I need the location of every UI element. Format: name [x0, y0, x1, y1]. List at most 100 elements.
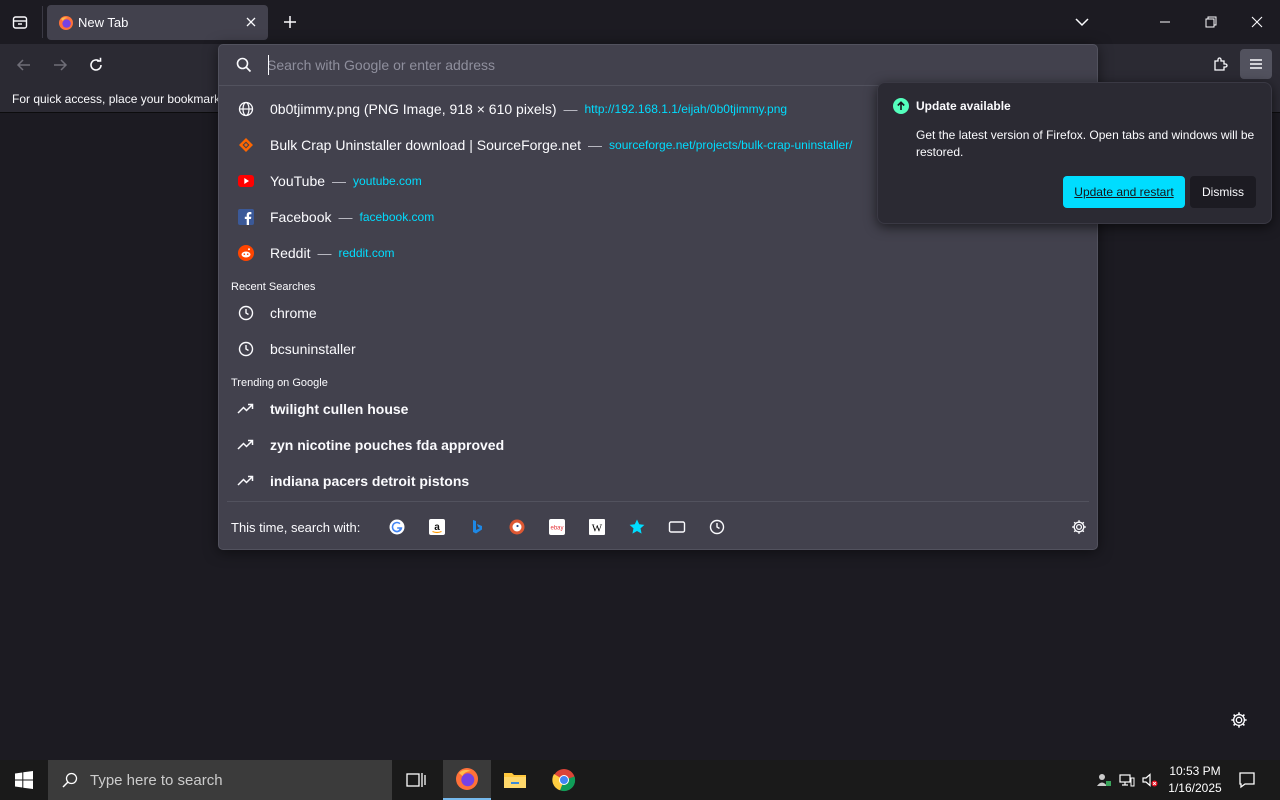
trending-row[interactable]: zyn nicotine pouches fda approved — [223, 427, 1093, 463]
user-network-icon — [1097, 774, 1111, 786]
back-button[interactable] — [10, 51, 38, 79]
recent-search-text: chrome — [270, 305, 317, 321]
urlbar-input-row — [219, 45, 1097, 85]
tray-volume-icon[interactable] — [1140, 760, 1160, 800]
tab-title: New Tab — [78, 15, 129, 30]
trending-row[interactable]: indiana pacers detroit pistons — [223, 463, 1093, 499]
extensions-button[interactable] — [1206, 50, 1234, 78]
new-tab-button[interactable] — [278, 9, 302, 35]
reddit-icon — [237, 244, 255, 262]
wikipedia-engine-button[interactable]: W — [585, 515, 609, 539]
one-off-label: This time, search with: — [231, 520, 361, 535]
history-search-button[interactable] — [705, 515, 729, 539]
result-url: youtube.com — [353, 174, 422, 188]
trending-label: Trending on Google — [231, 377, 328, 389]
reload-button[interactable] — [82, 51, 110, 79]
start-button[interactable] — [0, 760, 48, 800]
hamburger-menu-icon — [1250, 59, 1262, 69]
taskbar-chrome[interactable] — [540, 760, 588, 800]
gear-icon — [1072, 520, 1086, 534]
bookmarks-search-button[interactable] — [625, 515, 649, 539]
urlbar-input[interactable] — [267, 55, 1077, 75]
result-title: Bulk Crap Uninstaller download | SourceF… — [270, 137, 582, 153]
forward-button[interactable] — [46, 51, 74, 79]
one-off-divider — [227, 501, 1089, 502]
trending-row[interactable]: twilight cullen house — [223, 391, 1093, 427]
facebook-icon — [237, 208, 255, 226]
globe-icon — [237, 100, 255, 118]
tabs-search-button[interactable] — [665, 515, 689, 539]
dismiss-button[interactable]: Dismiss — [1190, 176, 1256, 208]
ebay-icon: ebay — [549, 519, 565, 535]
close-icon — [1251, 16, 1263, 28]
bookmarks-empty-message: For quick access, place your bookmarks — [12, 92, 227, 106]
network-icon — [1119, 774, 1135, 787]
svg-text:ebay: ebay — [550, 526, 563, 532]
update-description: Get the latest version of Firefox. Open … — [916, 128, 1255, 159]
action-center-button[interactable] — [1230, 760, 1264, 800]
recent-search-row[interactable]: bcsuninstaller — [223, 331, 1093, 367]
close-window-button[interactable] — [1234, 0, 1280, 44]
puzzle-icon — [1214, 57, 1228, 71]
minimize-icon — [1160, 21, 1170, 23]
result-separator: — — [317, 245, 332, 261]
firefox-icon — [456, 768, 478, 790]
tab-new-tab[interactable]: New Tab — [47, 5, 268, 40]
search-settings-button[interactable] — [1067, 515, 1091, 539]
taskbar-clock[interactable]: 10:53 PM 1/16/2025 — [1162, 763, 1228, 797]
search-icon — [62, 772, 78, 788]
result-url: facebook.com — [359, 210, 435, 224]
taskbar-file-explorer[interactable] — [491, 760, 539, 800]
trending-text: indiana pacers detroit pistons — [270, 473, 470, 489]
windows-taskbar: Type here to search 10:53 PM 1/16/2025 — [0, 760, 1280, 800]
taskbar-search-placeholder: Type here to search — [90, 771, 223, 789]
list-all-tabs-button[interactable] — [1068, 8, 1096, 36]
youtube-icon — [237, 172, 255, 190]
notification-icon — [1239, 772, 1255, 789]
personalize-new-tab-button[interactable] — [1228, 709, 1250, 731]
minimize-button[interactable] — [1142, 0, 1188, 44]
restore-icon — [1205, 16, 1217, 28]
volume-muted-icon — [1142, 773, 1158, 787]
svg-text:a: a — [434, 522, 440, 533]
result-row[interactable]: Reddit — reddit.com — [223, 235, 1093, 271]
taskbar-firefox[interactable] — [443, 760, 491, 800]
tab-strip: New Tab — [0, 0, 1280, 44]
tray-people-icon[interactable] — [1094, 760, 1114, 800]
recent-search-text: bcsuninstaller — [270, 341, 356, 357]
trending-text: twilight cullen house — [270, 401, 409, 417]
result-title: YouTube — [270, 173, 326, 189]
arrow-left-icon — [16, 59, 30, 71]
amazon-icon: a — [429, 519, 445, 535]
trending-icon — [237, 436, 255, 454]
bookmarks-star-icon — [629, 519, 645, 534]
arrow-right-icon — [54, 59, 68, 71]
result-separator: — — [338, 209, 353, 225]
task-view-icon — [406, 773, 426, 787]
gear-icon — [1231, 712, 1247, 728]
duckduckgo-icon — [509, 519, 525, 535]
tab-close-button[interactable] — [242, 13, 260, 31]
chrome-icon — [552, 769, 576, 792]
update-and-restart-button[interactable]: Update and restart — [1063, 176, 1185, 208]
tray-network-icon[interactable] — [1117, 760, 1137, 800]
duckduckgo-engine-button[interactable] — [505, 515, 529, 539]
reload-icon — [90, 57, 102, 71]
sourceforge-icon — [237, 136, 255, 154]
recent-search-row[interactable]: chrome — [223, 295, 1093, 331]
result-separator: — — [563, 101, 578, 117]
clock-date: 1/16/2025 — [1168, 781, 1222, 795]
plus-icon — [284, 16, 296, 28]
tabs-icon — [668, 521, 686, 533]
bing-engine-button[interactable] — [465, 515, 489, 539]
amazon-engine-button[interactable]: a — [425, 515, 449, 539]
restore-button[interactable] — [1188, 0, 1234, 44]
firefox-view-button[interactable] — [6, 8, 34, 36]
google-engine-button[interactable] — [385, 515, 409, 539]
ebay-engine-button[interactable]: ebay — [545, 515, 569, 539]
update-arrow-icon — [893, 98, 909, 114]
result-separator: — — [588, 137, 603, 153]
task-view-button[interactable] — [392, 760, 440, 800]
app-menu-button[interactable] — [1240, 49, 1272, 79]
taskbar-search-box[interactable]: Type here to search — [48, 760, 392, 800]
